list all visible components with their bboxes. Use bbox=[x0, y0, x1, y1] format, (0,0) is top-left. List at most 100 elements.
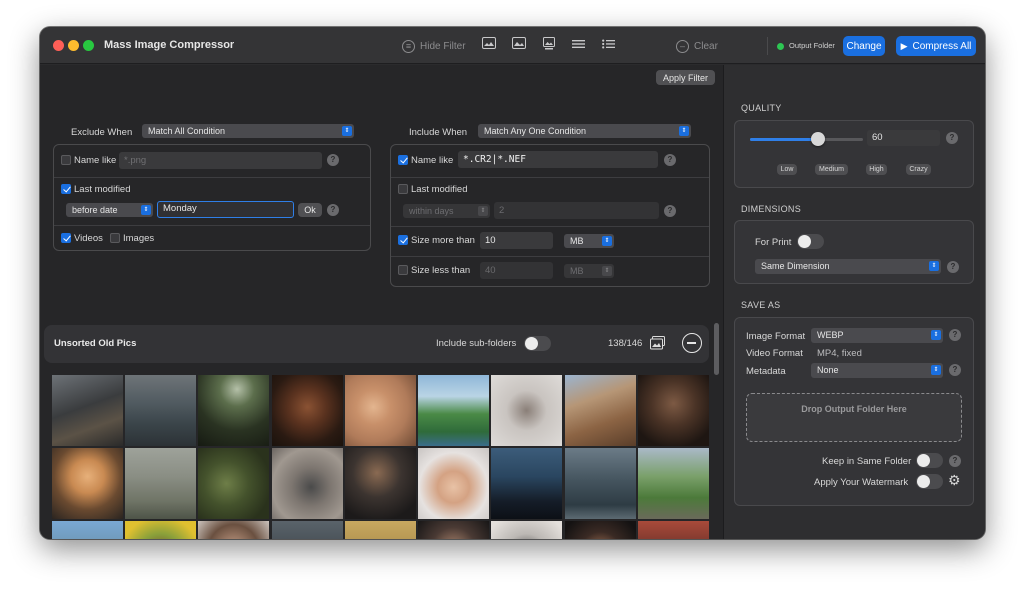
include-size-less-checkbox[interactable] bbox=[398, 265, 408, 275]
image-thumbnail[interactable] bbox=[638, 521, 709, 539]
image-thumbnail[interactable] bbox=[418, 448, 489, 519]
include-size-less-input[interactable]: 40 bbox=[480, 262, 553, 279]
chevron-updown-icon: ⇕ bbox=[342, 126, 352, 136]
include-size-more-input[interactable]: 10 bbox=[480, 232, 553, 249]
for-print-toggle[interactable] bbox=[797, 234, 824, 249]
include-name-like-checkbox[interactable] bbox=[398, 155, 408, 165]
close-window-button[interactable] bbox=[53, 40, 64, 51]
gear-icon[interactable]: ⚙ bbox=[948, 473, 961, 487]
include-last-modified-input[interactable]: 2 bbox=[494, 202, 659, 219]
help-icon[interactable]: ? bbox=[949, 364, 961, 376]
image-format-select[interactable]: WEBP ⇕ bbox=[811, 328, 943, 343]
help-icon[interactable]: ? bbox=[327, 204, 339, 216]
folder-header: Unsorted Old Pics Include sub-folders 13… bbox=[44, 325, 709, 363]
image-thumbnail[interactable] bbox=[565, 448, 636, 519]
image-thumbnail[interactable] bbox=[345, 521, 416, 539]
exclude-name-like-checkbox[interactable] bbox=[61, 155, 71, 165]
include-size-more-unit-value: MB bbox=[570, 236, 584, 246]
video-format-value: MP4, fixed bbox=[817, 348, 862, 359]
help-icon[interactable]: ? bbox=[949, 329, 961, 341]
metadata-select[interactable]: None ⇕ bbox=[811, 363, 943, 378]
quality-preset-crazy[interactable]: Crazy bbox=[906, 164, 931, 175]
image-thumbnail[interactable] bbox=[491, 375, 562, 446]
keep-same-folder-toggle[interactable] bbox=[916, 453, 943, 468]
change-output-button[interactable]: Change bbox=[843, 36, 885, 56]
exclude-when-label: Exclude When bbox=[71, 127, 133, 138]
include-subfolders-toggle[interactable] bbox=[524, 336, 551, 351]
image-thumbnail[interactable] bbox=[491, 448, 562, 519]
quality-preset-high[interactable]: High bbox=[866, 164, 887, 175]
image-thumbnail[interactable] bbox=[418, 521, 489, 539]
image-thumbnail[interactable] bbox=[198, 375, 269, 446]
image-thumbnail[interactable] bbox=[52, 521, 123, 539]
help-icon[interactable]: ? bbox=[949, 455, 961, 467]
photo-view-icon[interactable] bbox=[541, 37, 557, 53]
quality-preset-low[interactable]: Low bbox=[777, 164, 797, 175]
include-last-modified-checkbox[interactable] bbox=[398, 184, 408, 194]
compress-all-button[interactable]: ▶ Compress All bbox=[896, 36, 976, 56]
help-icon[interactable]: ? bbox=[664, 205, 676, 217]
include-size-more-checkbox[interactable] bbox=[398, 235, 408, 245]
include-last-modified-mode-select[interactable]: within days ⇕ bbox=[403, 204, 490, 218]
zoom-window-button[interactable] bbox=[83, 40, 94, 51]
image-thumbnail[interactable] bbox=[125, 375, 196, 446]
grid-large-view-icon[interactable] bbox=[481, 37, 497, 53]
row-separator bbox=[391, 226, 709, 227]
exclude-date-input[interactable]: Monday bbox=[157, 201, 294, 218]
image-thumbnail[interactable] bbox=[638, 448, 709, 519]
exclude-date-mode-select[interactable]: before date ⇕ bbox=[66, 203, 153, 217]
image-thumbnail[interactable] bbox=[52, 375, 123, 446]
include-name-like-input[interactable]: *.CR2|*.NEF bbox=[458, 151, 658, 168]
list-view-icon[interactable] bbox=[600, 37, 616, 53]
quality-slider-knob[interactable] bbox=[810, 132, 825, 146]
image-thumbnail[interactable] bbox=[418, 375, 489, 446]
apply-watermark-toggle[interactable] bbox=[916, 474, 943, 489]
help-icon[interactable]: ? bbox=[327, 154, 339, 166]
image-thumbnail[interactable] bbox=[638, 375, 709, 446]
apply-filter-button[interactable]: Apply Filter bbox=[656, 70, 715, 85]
image-thumbnail[interactable] bbox=[125, 448, 196, 519]
quality-slider-track[interactable] bbox=[750, 132, 863, 146]
quality-preset-medium[interactable]: Medium bbox=[815, 164, 848, 175]
chevron-updown-icon: ⇕ bbox=[929, 261, 939, 271]
clear-button[interactable]: – Clear bbox=[676, 36, 718, 56]
include-size-more-unit-select[interactable]: MB ⇕ bbox=[564, 234, 614, 248]
image-thumbnail[interactable] bbox=[345, 448, 416, 519]
drop-output-folder-zone[interactable]: Drop Output Folder Here bbox=[746, 393, 962, 442]
exclude-name-like-input[interactable]: *.png bbox=[119, 152, 322, 169]
scrollbar[interactable] bbox=[714, 323, 719, 375]
include-condition-select[interactable]: Match Any One Condition ⇕ bbox=[478, 124, 691, 138]
help-icon[interactable]: ? bbox=[946, 132, 958, 144]
exclude-condition-select[interactable]: Match All Condition ⇕ bbox=[142, 124, 354, 138]
help-icon[interactable]: ? bbox=[947, 261, 959, 273]
exclude-images-checkbox[interactable] bbox=[110, 233, 120, 243]
image-thumbnail[interactable] bbox=[52, 448, 123, 519]
image-thumbnail[interactable] bbox=[272, 521, 343, 539]
list-compact-view-icon[interactable] bbox=[570, 37, 586, 53]
image-thumbnail[interactable] bbox=[272, 448, 343, 519]
remove-folder-icon[interactable] bbox=[682, 333, 702, 353]
help-icon[interactable]: ? bbox=[664, 154, 676, 166]
include-size-less-unit-select[interactable]: MB ⇕ bbox=[564, 264, 614, 278]
image-thumbnail[interactable] bbox=[198, 448, 269, 519]
exclude-last-modified-checkbox[interactable] bbox=[61, 184, 71, 194]
image-thumbnail[interactable] bbox=[491, 521, 562, 539]
image-thumbnail[interactable] bbox=[565, 375, 636, 446]
image-thumbnail[interactable] bbox=[565, 521, 636, 539]
dimensions-panel: For Print Same Dimension ⇕ ? bbox=[734, 220, 974, 284]
photo-stack-icon[interactable] bbox=[650, 336, 665, 355]
hide-filter-button[interactable]: ≡ Hide Filter bbox=[402, 36, 466, 56]
apply-filter-label: Apply Filter bbox=[662, 72, 708, 83]
image-thumbnail[interactable] bbox=[125, 521, 196, 539]
exclude-date-ok-button[interactable]: Ok bbox=[298, 203, 322, 217]
quality-input[interactable]: 60 bbox=[867, 130, 940, 146]
minimize-window-button[interactable] bbox=[68, 40, 79, 51]
chevron-updown-icon: ⇕ bbox=[602, 266, 612, 276]
image-thumbnail[interactable] bbox=[345, 375, 416, 446]
grid-medium-view-icon[interactable] bbox=[511, 37, 527, 53]
image-thumbnail[interactable] bbox=[272, 375, 343, 446]
dimension-mode-select[interactable]: Same Dimension ⇕ bbox=[755, 259, 941, 274]
exclude-videos-checkbox[interactable] bbox=[61, 233, 71, 243]
apply-watermark-label: Apply Your Watermark bbox=[814, 477, 909, 488]
image-thumbnail[interactable] bbox=[198, 521, 269, 539]
